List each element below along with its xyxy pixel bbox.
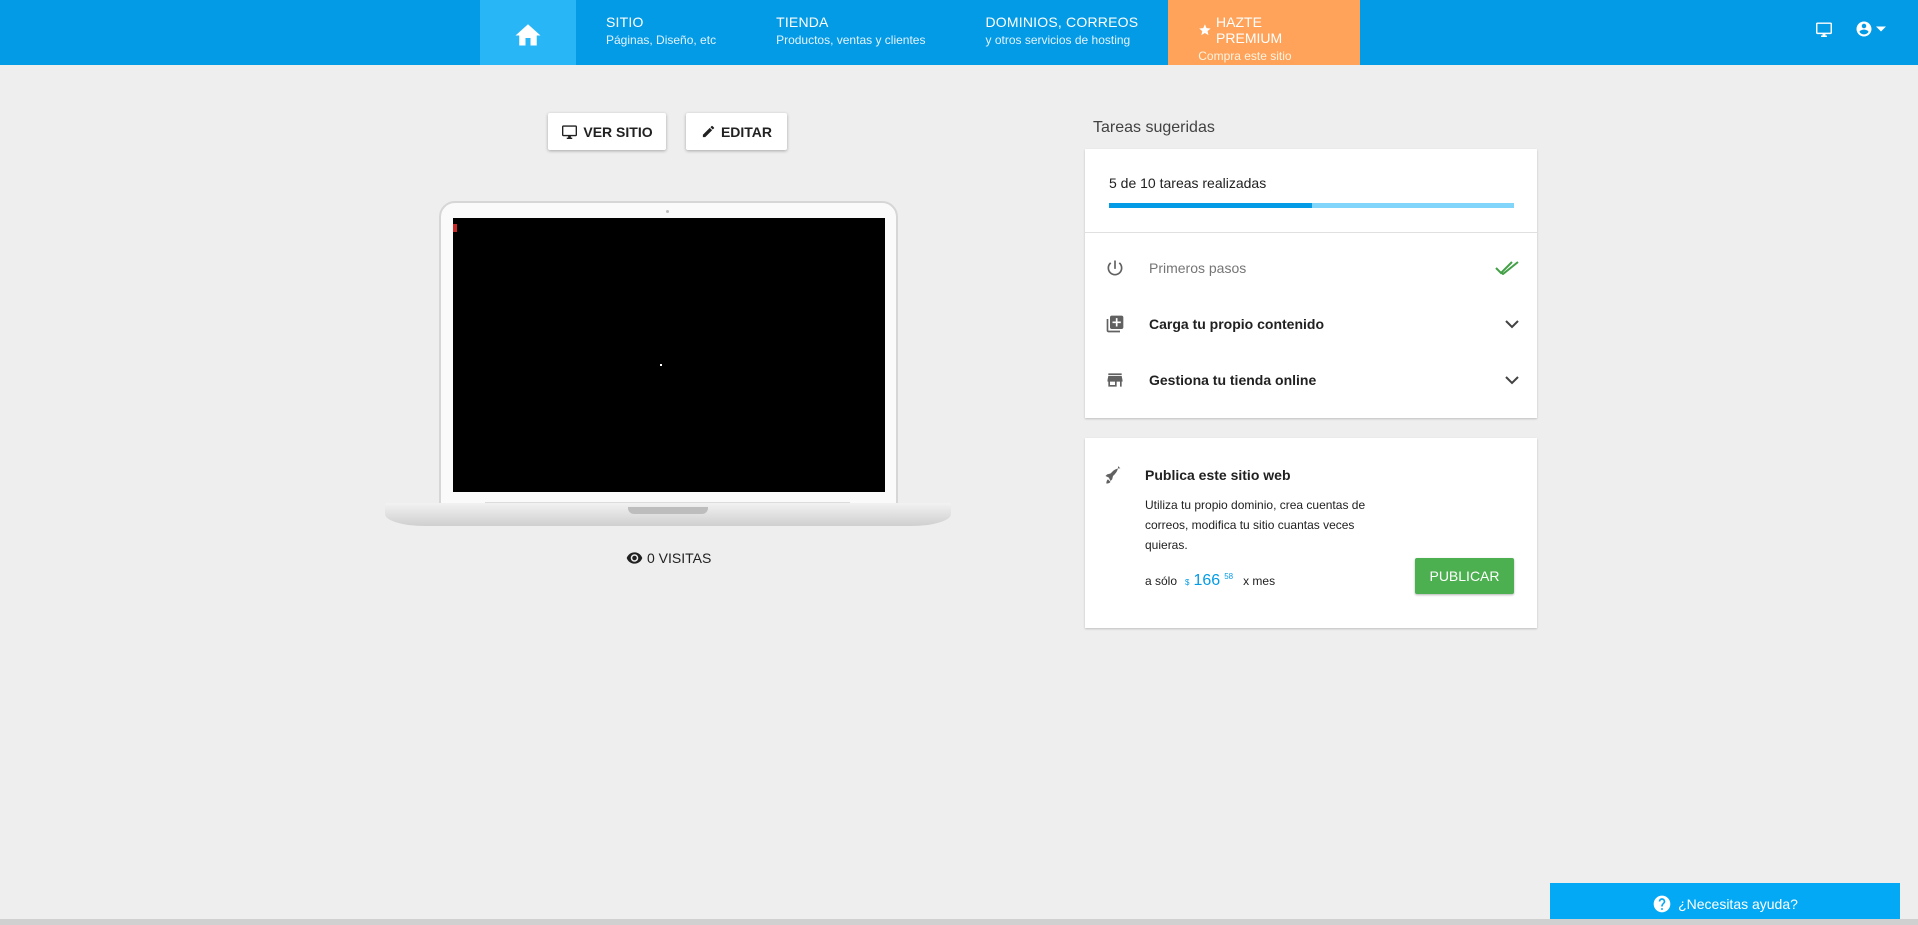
double-check-icon: [1495, 261, 1519, 275]
nav-premium-title: HAZTE PREMIUM: [1216, 14, 1283, 46]
home-icon: [515, 23, 541, 45]
edit-button[interactable]: EDITAR: [686, 113, 787, 150]
price-amount: 166: [1193, 572, 1221, 589]
nav-dominios-title: DOMINIOS, CORREOS: [985, 14, 1139, 30]
nav-premium[interactable]: HAZTE PREMIUM Compra este sitio: [1168, 0, 1361, 65]
task-label: Primeros pasos: [1149, 260, 1247, 276]
nav-sitio-subtitle: Páginas, Diseño, etc: [606, 33, 717, 47]
account-menu[interactable]: [1855, 20, 1886, 38]
help-icon: [1653, 895, 1671, 913]
progress-bar: [1109, 203, 1514, 208]
bottom-taskbar: [0, 919, 1918, 925]
publish-card: Publica este sitio web Utiliza tu propio…: [1085, 438, 1537, 628]
nav-sitio-title: SITIO: [606, 14, 644, 30]
visits-label: 0 VISITAS: [647, 550, 712, 566]
task-carga-contenido[interactable]: Carga tu propio contenido: [1085, 296, 1537, 352]
price-prefix: a sólo: [1145, 574, 1178, 588]
tasks-section-title: Tareas sugeridas: [1093, 119, 1215, 136]
task-gestiona-tienda[interactable]: Gestiona tu tienda online: [1085, 352, 1537, 408]
nav-dominios[interactable]: DOMINIOS, CORREOS y otros servicios de h…: [955, 0, 1168, 65]
eye-icon: [626, 552, 643, 564]
tasks-card: 5 de 10 tareas realizadas Primeros pasos…: [1085, 149, 1537, 418]
nav-sitio[interactable]: SITIO Páginas, Diseño, etc: [576, 0, 746, 65]
task-primeros-pasos[interactable]: Primeros pasos: [1085, 240, 1537, 296]
price-suffix: x mes: [1243, 574, 1276, 588]
desktop-icon[interactable]: [1815, 21, 1833, 37]
screen-marker: [453, 224, 457, 232]
nav-premium-subtitle: Compra este sitio: [1198, 49, 1292, 63]
rocket-icon: [1105, 466, 1121, 484]
top-right-tools: [1815, 20, 1886, 38]
laptop-notch: [628, 507, 708, 514]
add-library-icon: [1106, 315, 1124, 333]
nav-dominios-subtitle: y otros servicios de hosting: [985, 33, 1131, 47]
progress-fill: [1109, 203, 1312, 208]
chevron-down-icon: [1505, 375, 1519, 384]
task-label: Gestiona tu tienda online: [1149, 372, 1317, 388]
site-preview-screen[interactable]: [453, 218, 885, 492]
visits-counter: 0 VISITAS: [626, 550, 711, 566]
account-icon: [1856, 21, 1872, 37]
divider: [1085, 232, 1537, 233]
main-nav: SITIO Páginas, Diseño, etc TIENDA Produc…: [480, 0, 1361, 65]
power-icon: [1107, 260, 1123, 276]
screen-cursor-dot: [660, 364, 662, 366]
star-icon: [1199, 24, 1211, 36]
webcam-dot: [666, 210, 669, 213]
publish-description: Utiliza tu propio dominio, crea cuentas …: [1145, 498, 1366, 552]
price-cents: 58: [1224, 572, 1234, 581]
nav-tienda-subtitle: Productos, ventas y clientes: [776, 33, 926, 47]
nav-tienda-title: TIENDA: [776, 14, 829, 30]
desktop-icon: [562, 125, 578, 139]
progress-text: 5 de 10 tareas realizadas: [1109, 175, 1267, 191]
publish-button[interactable]: PUBLICAR: [1415, 558, 1514, 594]
home-button[interactable]: [480, 0, 576, 65]
dropdown-icon: [1876, 26, 1886, 32]
view-site-label: VER SITIO: [583, 123, 653, 140]
chevron-down-icon: [1505, 319, 1519, 328]
top-navbar: SITIO Páginas, Diseño, etc TIENDA Produc…: [0, 0, 1918, 65]
pencil-icon: [702, 125, 715, 138]
store-icon: [1107, 373, 1123, 387]
edit-label: EDITAR: [720, 123, 773, 140]
price-currency: $: [1185, 578, 1190, 587]
task-label: Carga tu propio contenido: [1149, 316, 1324, 332]
publish-title: Publica este sitio web: [1145, 467, 1291, 483]
nav-tienda[interactable]: TIENDA Productos, ventas y clientes: [746, 0, 955, 65]
help-label: ¿Necesitas ayuda?: [1678, 896, 1798, 912]
price: a sólo $166 58 x mes: [1145, 572, 1275, 590]
view-site-button[interactable]: VER SITIO: [548, 113, 666, 150]
